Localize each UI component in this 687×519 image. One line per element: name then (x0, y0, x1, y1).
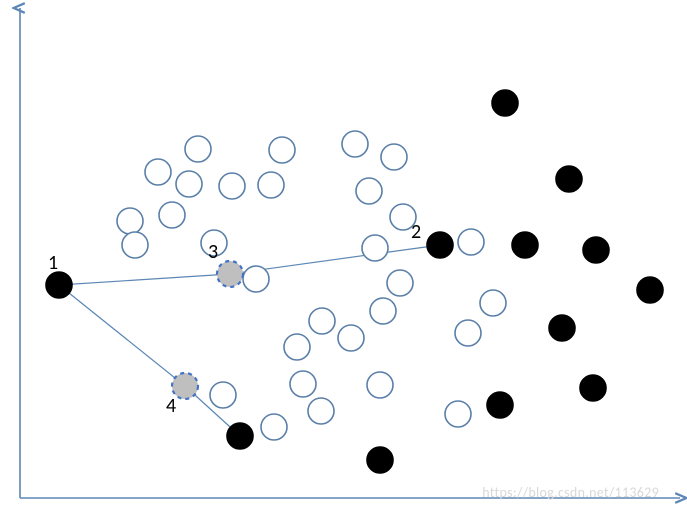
point-label-4: 4 (166, 394, 176, 418)
scatter-plot-svg (0, 0, 687, 519)
point-class-white (362, 235, 388, 261)
point-class-black (487, 392, 513, 418)
watermark-text: https://blog.csdn.net/113629 (482, 484, 659, 501)
point-class-white (269, 137, 295, 163)
point-class-black (227, 423, 253, 449)
point-class-white (387, 270, 413, 296)
point-class-white (445, 401, 471, 427)
point-class-white (176, 171, 202, 197)
point-class-black (583, 237, 609, 263)
point-class-white (258, 172, 284, 198)
point-class-white (284, 334, 310, 360)
point-class-white (309, 308, 335, 334)
point-class-white (159, 202, 185, 228)
point-class-white (185, 136, 211, 162)
point-class-white (243, 266, 269, 292)
point-class-white (219, 173, 245, 199)
point-class-white (455, 320, 481, 346)
point-class-white (381, 144, 407, 170)
point-class-black (556, 166, 582, 192)
point-class-black (492, 90, 518, 116)
point-class-black (580, 375, 606, 401)
point-highlighted-gray (217, 261, 243, 287)
point-class-black (512, 232, 538, 258)
chart-container: 1 2 3 4 https://blog.csdn.net/113629 (0, 0, 687, 519)
point-class-white (370, 298, 396, 324)
point-label-2: 2 (411, 220, 421, 244)
point-label-3: 3 (208, 240, 218, 264)
point-class-white (145, 159, 171, 185)
point-class-black (549, 315, 575, 341)
point-class-white (117, 208, 143, 234)
connection-line (59, 285, 185, 386)
point-class-white (308, 398, 334, 424)
point-class-white (458, 229, 484, 255)
point-class-white (210, 382, 236, 408)
point-class-white (342, 131, 368, 157)
point-class-white (122, 232, 148, 258)
connection-line (59, 274, 230, 285)
point-class-black (427, 232, 453, 258)
point-class-white (367, 372, 393, 398)
point-class-white (356, 178, 382, 204)
point-label-1: 1 (48, 251, 58, 275)
point-class-white (480, 290, 506, 316)
point-class-black (637, 277, 663, 303)
point-class-black (367, 447, 393, 473)
point-class-white (261, 414, 287, 440)
point-class-white (338, 325, 364, 351)
point-class-black (46, 272, 72, 298)
point-class-white (290, 371, 316, 397)
